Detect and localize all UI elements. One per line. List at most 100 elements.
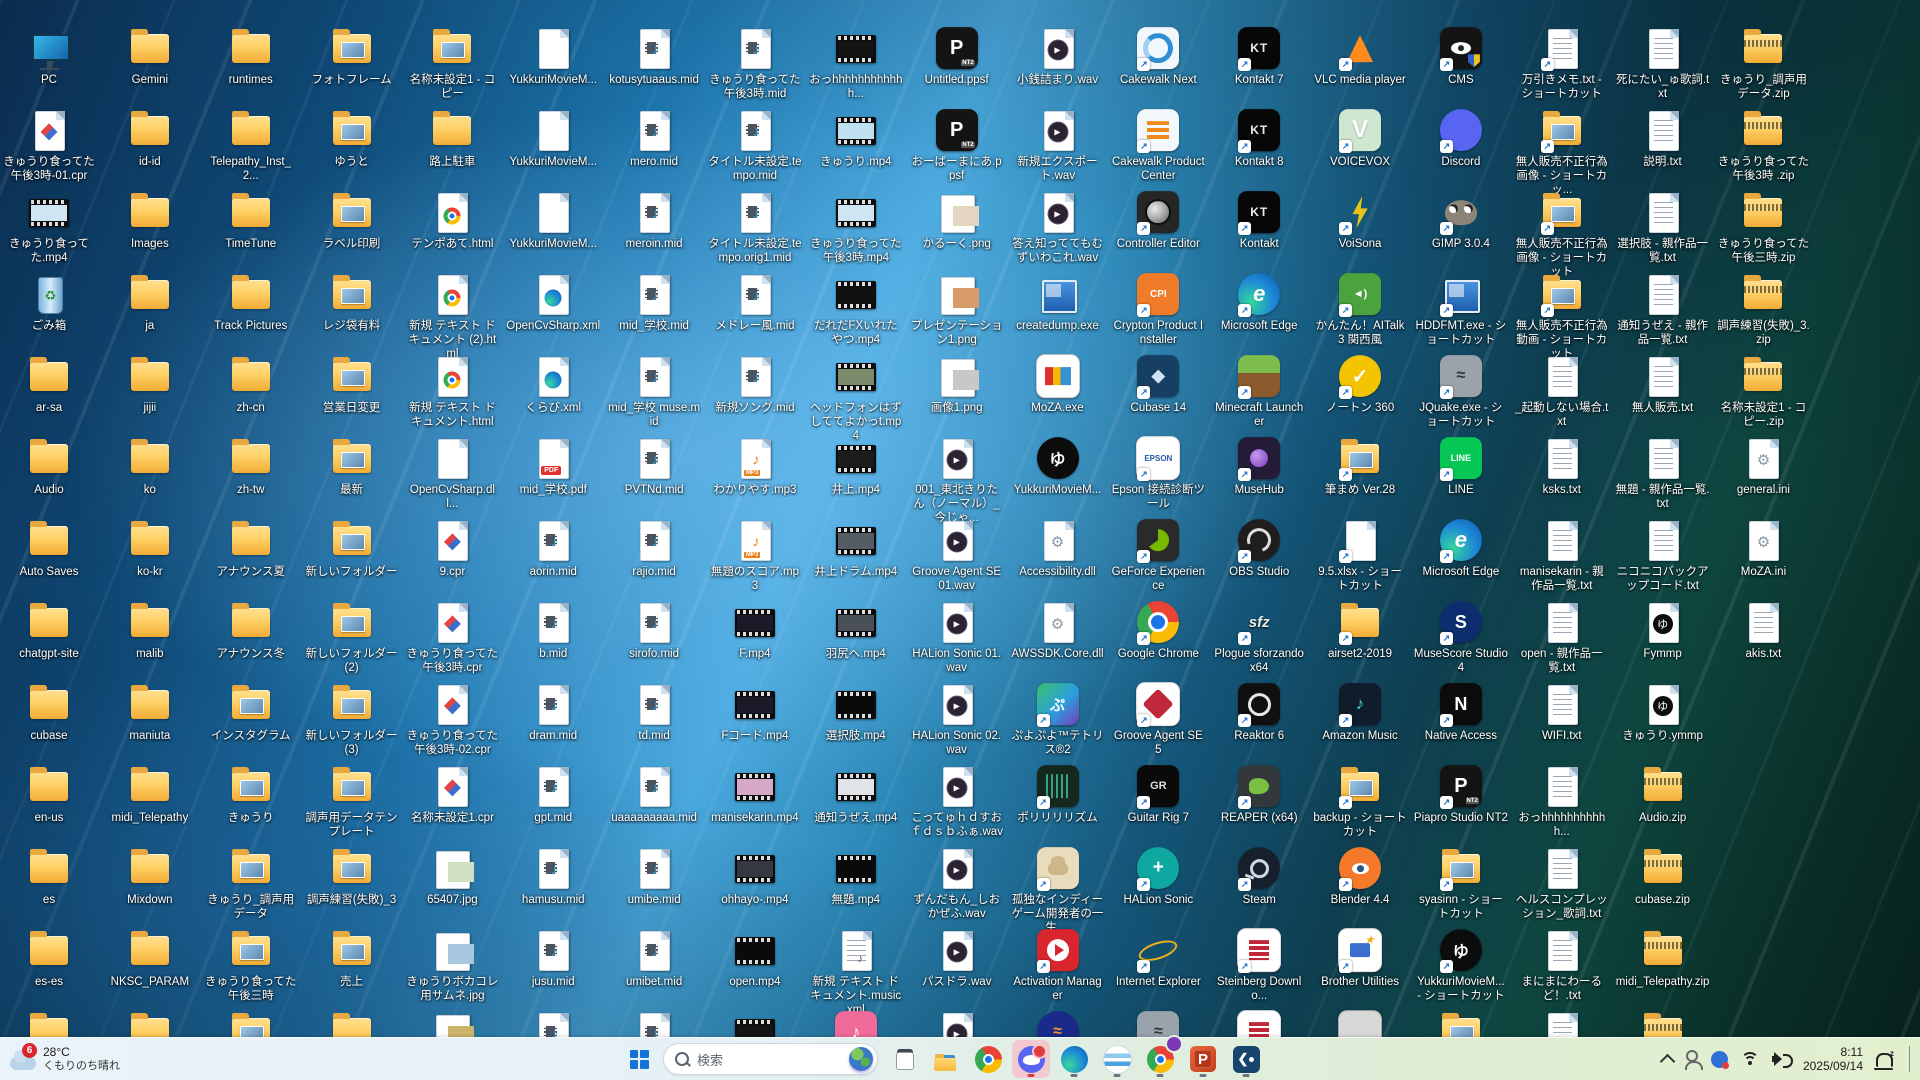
desktop-icon[interactable]: ♪umibet.mid [607,928,701,989]
desktop-icon[interactable]: ↗無人販売不正行為動画 - ショートカット [1515,272,1609,361]
desktop-icon[interactable]: プレゼンテーション1.png [910,272,1004,347]
desktop-icon[interactable]: 画像1.png [910,354,1004,415]
desktop-icon[interactable]: id-id [103,108,197,169]
desktop-icon[interactable]: テンポあて.html [405,190,499,251]
edge-button[interactable] [1055,1040,1093,1078]
desktop-icon[interactable]: ko [103,436,197,497]
desktop-icon[interactable]: midi_Telepathy.zip [1616,928,1710,989]
desktop-icon[interactable]: 65407.jpg [405,846,499,907]
desktop-icon[interactable]: PDFmid_学校.pdf [506,436,600,497]
desktop-icon[interactable]: 調声用データテンプレート [305,764,399,839]
desktop-icon[interactable]: ↗VLC media player [1313,26,1407,87]
desktop-icon[interactable]: ♪uaaaaaaaaa.mid [607,764,701,825]
notification-app-icon[interactable] [1711,1051,1728,1068]
desktop-icon[interactable]: 名称未設定1 - コピー.zip [1716,354,1810,429]
desktop-icon[interactable]: おっhhhhhhhhhhh... [1515,764,1609,839]
desktop-icon[interactable]: ⚙AWSSDK.Core.dll [1011,600,1105,661]
desktop-icon[interactable]: ↗Controller Editor [1111,190,1205,251]
desktop-icon[interactable]: ♪新規 テキスト ドキュメント.musicxml [809,928,903,1017]
desktop-icon[interactable]: +↗HALion Sonic [1111,846,1205,907]
desktop-icon[interactable]: ↗Brother Utilities [1313,928,1407,989]
desktop-icon[interactable]: ⚙Accessibility.dll [1011,518,1105,579]
desktop-icon[interactable]: ↗Google Chrome [1111,600,1205,661]
desktop-icon[interactable]: WIFI.txt [1515,682,1609,743]
desktop-icon[interactable]: ♪gpt.mid [506,764,600,825]
desktop-icon[interactable]: 無人販売.txt [1616,354,1710,415]
desktop-icon[interactable]: N↗Native Access [1414,682,1508,743]
desktop-icon[interactable]: ↗Reaktor 6 [1212,682,1306,743]
desktop-icon[interactable]: YukkuriMovieM... [506,26,600,87]
desktop-icon[interactable]: 新しいフォルダー (2) [305,600,399,675]
desktop-icon[interactable]: ↗HDDFMT.exe - ショートカット [1414,272,1508,347]
desktop-icon[interactable]: OpenCvSharp.xml [506,272,600,333]
desktop-icon[interactable]: 最新 [305,436,399,497]
desktop-icon[interactable]: zh-cn [204,354,298,415]
desktop-icon[interactable]: ↗ [1313,1010,1407,1038]
desktop-icon[interactable]: 営業日変更 [305,354,399,415]
desktop-icon[interactable]: PNT2おーばーまにあ.ppsf [910,108,1004,183]
desktop-icon[interactable]: ▶小銭詰まり.wav [1011,26,1105,87]
desktop-icon[interactable]: 選択肢 - 親作品一覧.txt [1616,190,1710,265]
desktop-icon[interactable]: es [2,846,96,907]
desktop-icon[interactable]: ↗REAPER (x64) [1212,764,1306,825]
desktop-icon[interactable]: 新規 テキスト ドキュメント (2).html [405,272,499,361]
desktop-icon[interactable]: ≈↗ [1111,1010,1205,1038]
desktop-icon[interactable]: ▶001_東北きりたん（ノーマル）_今じゃ... [910,436,1004,525]
desktop-icon[interactable]: ♻ごみ箱 [2,272,96,333]
tray-chevron-icon[interactable] [1660,1053,1676,1069]
desktop-icon[interactable]: ヘルスコンプレッション_歌詞.txt [1515,846,1609,921]
desktop-icon[interactable]: ▶こってゅｈｄすおｆｄｓｂふぁ.wav [910,764,1004,839]
accessibility-icon[interactable] [1686,1050,1698,1062]
desktop-icon[interactable]: ↗CMS [1414,26,1508,87]
chrome-button[interactable] [969,1040,1007,1078]
desktop-icon[interactable]: くらび.xml [506,354,600,415]
desktop-icon[interactable]: ↗GIMP 3.0.4 [1414,190,1508,251]
desktop-icon[interactable]: ⚙general.ini [1716,436,1810,497]
desktop-icon[interactable]: ↗Activation Manager [1011,928,1105,1003]
desktop-icon[interactable]: 名称未設定1 - コピー [405,26,499,101]
desktop-icon[interactable]: 選択肢.mp4 [809,682,903,743]
desktop-icon[interactable]: ≈↗ [1011,1010,1105,1038]
desktop-icon[interactable]: ♪ [607,1010,701,1038]
desktop-icon[interactable]: 調声練習(失敗)_3.zip [1716,272,1810,347]
desktop-icon[interactable]: ↗無人販売不正行為画像 - ショートカット [1515,190,1609,279]
desktop-icon[interactable]: 名称未設定1.cpr [405,764,499,825]
desktop-icon[interactable]: ♪umibe.mid [607,846,701,907]
desktop-icon[interactable]: ↗backup - ショートカット [1313,764,1407,839]
desktop-icon[interactable]: ♪タイトル未設定.tempo.orig1.mid [708,190,802,265]
desktop-icon[interactable]: PNT2Untitled.ppsf [910,26,1004,87]
desktop-icon[interactable] [405,1010,499,1038]
desktop-icon[interactable]: zh-tw [204,436,298,497]
desktop-icon[interactable]: ♪新規ソング.mid [708,354,802,415]
desktop-icon[interactable]: ↗GeForce Experience [1111,518,1205,593]
desktop-icon[interactable]: きゅうり食ってた午後3時-02.cpr [405,682,499,757]
desktop-icon[interactable]: 路上駐車 [405,108,499,169]
desktop-icon[interactable]: ♪aorin.mid [506,518,600,579]
desktop-icon[interactable]: 通知うぜえ - 親作品一覧.txt [1616,272,1710,347]
desktop-icon[interactable]: ≈↗JQuake.exe - ショートカット [1414,354,1508,429]
clock[interactable]: 8:11 2025/09/14 [1803,1045,1863,1074]
desktop-icon[interactable]: きゅうり [204,764,298,825]
desktop-icon[interactable]: ▶ずんだもん_しおかぜふ.wav [910,846,1004,921]
desktop-icon[interactable]: 羽尻へ.mp4 [809,600,903,661]
desktop-icon[interactable]: ▶ [910,1010,1004,1038]
desktop-icon[interactable]: ⚙MoZA.ini [1716,518,1810,579]
desktop-icon[interactable]: ↗9.5.xlsx - ショートカット [1313,518,1407,593]
desktop-icon[interactable]: ♪きゅうり食ってた午後3時.mid [708,26,802,101]
desktop-icon[interactable]: es-es [2,928,96,989]
desktop-icon[interactable]: ↗Steam [1212,846,1306,907]
desktop-icon[interactable]: open.mp4 [708,928,802,989]
desktop-icon[interactable]: ↗ [1212,1010,1306,1038]
desktop-icon[interactable]: KT↗Kontakt 8 [1212,108,1306,169]
desktop-icon[interactable]: ▶パスドラ.wav [910,928,1004,989]
desktop-icon[interactable]: きゅうり食ってた午後三時 [204,928,298,1003]
desktop-icon[interactable]: ar-sa [2,354,96,415]
desktop-icon[interactable]: ko-kr [103,518,197,579]
desktop-icon[interactable]: NKSC_PARAM [103,928,197,989]
desktop-icon[interactable]: ↗Blender 4.4 [1313,846,1407,907]
desktop-icon[interactable]: おっhhhhhhhhhhhh... [809,26,903,101]
desktop-icon[interactable]: Track Pictures [204,272,298,333]
desktop-icon[interactable]: フォトフレーム [305,26,399,87]
desktop-icon[interactable]: ♪mid_学校.mid [607,272,701,333]
desktop-icon[interactable]: F.mp4 [708,600,802,661]
